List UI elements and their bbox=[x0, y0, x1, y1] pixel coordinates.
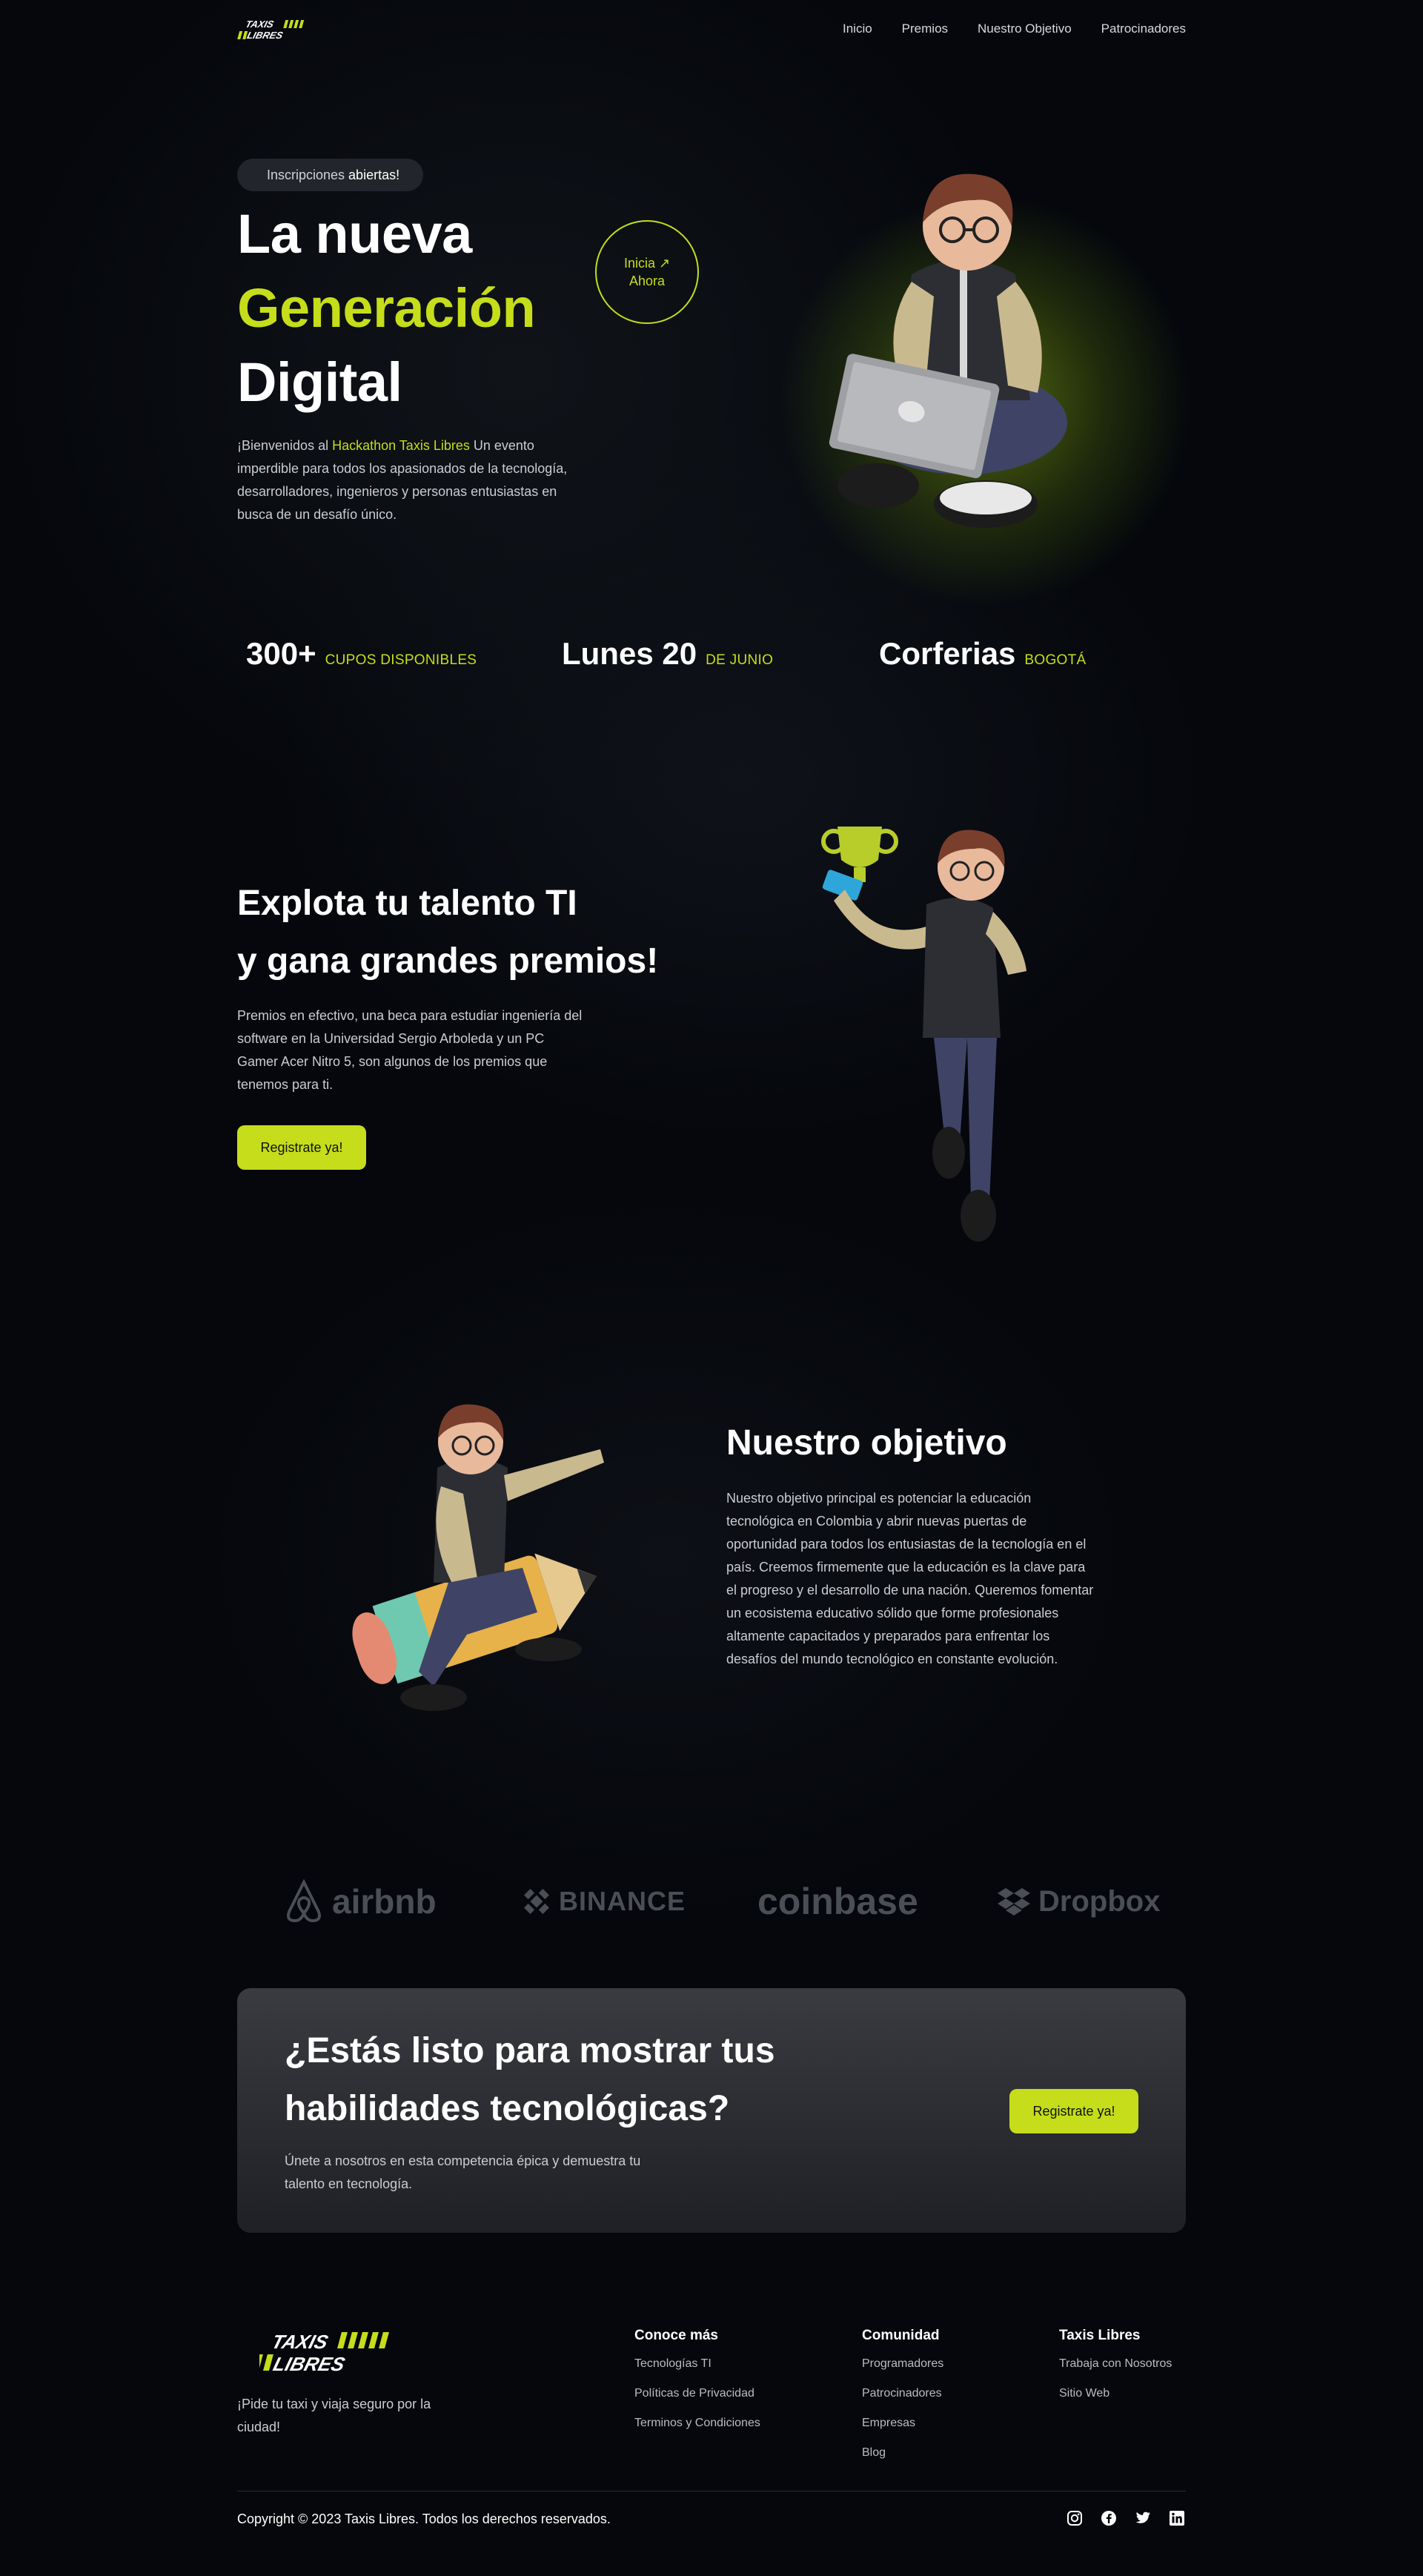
hero-title-line2: Generación bbox=[237, 277, 536, 339]
dropbox-icon bbox=[998, 1888, 1030, 1916]
cta-description: Únete a nosotros en esta competencia épi… bbox=[285, 2153, 641, 2191]
sponsor-binance: BINANCE bbox=[522, 1875, 686, 1927]
stat-venue-value: Corferias bbox=[879, 636, 1016, 671]
hero-title: La nueva Generación Digital bbox=[237, 197, 536, 420]
sponsor-airbnb: airbnb bbox=[283, 1875, 437, 1927]
prizes-description: Premios en efectivo, una beca para estud… bbox=[237, 1008, 583, 1092]
main-nav: Inicio Premios Nuestro Objetivo Patrocin… bbox=[843, 19, 1186, 39]
footer-column-title: Comunidad bbox=[862, 2328, 940, 2343]
footer-link[interactable]: Políticas de Privacidad bbox=[634, 2384, 760, 2403]
linkedin-icon[interactable] bbox=[1168, 2509, 1186, 2527]
footer-link[interactable]: Blog bbox=[862, 2443, 943, 2463]
prizes-title-line2: y gana grandes premios! bbox=[237, 941, 659, 981]
prizes-title-line1: Explota tu talento TI bbox=[237, 884, 577, 923]
page: TAXIS LIBRES Inicio Premios Nuestro Obje… bbox=[0, 0, 1423, 2576]
stat-date-value: Lunes 20 bbox=[562, 636, 697, 671]
start-now-line2: Ahora bbox=[628, 274, 666, 288]
stat-date-label: DE JUNIO bbox=[706, 652, 774, 668]
footer-column-conoce: Conoce más Tecnologías TI Políticas de P… bbox=[634, 2328, 760, 2443]
hero-description: ¡Bienvenidos al Hackathon Taxis Libres U… bbox=[237, 434, 586, 526]
svg-text:LIBRES: LIBRES bbox=[246, 30, 285, 41]
nav-item-inicio[interactable]: Inicio bbox=[843, 19, 872, 39]
badge-prefix: Inscripciones bbox=[267, 167, 345, 182]
airbnb-icon bbox=[287, 1879, 321, 1923]
copyright: Copyright © 2023 Taxis Libres. Todos los… bbox=[237, 2512, 611, 2526]
svg-text:TAXIS: TAXIS bbox=[269, 2331, 331, 2352]
cta-title: ¿Estás listo para mostrar tus habilidade… bbox=[285, 2022, 878, 2138]
nav-item-premios[interactable]: Premios bbox=[902, 19, 948, 39]
stat-venue-label: BOGOTÁ bbox=[1024, 652, 1087, 668]
trophy-character-illustration bbox=[821, 827, 1026, 1242]
footer-link[interactable]: Programadores bbox=[862, 2354, 943, 2374]
nav-item-patrocinadores[interactable]: Patrocinadores bbox=[1101, 19, 1186, 39]
stat-spots-value: 300+ bbox=[246, 636, 316, 671]
hero-character-laptop-illustration bbox=[829, 173, 1067, 528]
cta-title-line1: ¿Estás listo para mostrar tus bbox=[285, 2031, 775, 2070]
svg-text:LIBRES: LIBRES bbox=[271, 2353, 348, 2374]
start-now-button[interactable]: Inicia ↗ Ahora bbox=[595, 220, 699, 324]
footer-column-title: Taxis Libres bbox=[1059, 2328, 1141, 2343]
hero-title-line1: La nueva bbox=[237, 203, 472, 265]
stat-spots-label: CUPOS DISPONIBLES bbox=[325, 652, 477, 668]
footer-link[interactable]: Tecnologías TI bbox=[634, 2354, 760, 2374]
hero-desc-highlight: Hackathon Taxis Libres bbox=[332, 438, 470, 453]
prizes-title: Explota tu talento TI y gana grandes pre… bbox=[237, 875, 658, 990]
register-button-cta[interactable]: Registrate ya! bbox=[1009, 2089, 1138, 2133]
footer-link[interactable]: Trabaja con Nosotros bbox=[1059, 2354, 1172, 2374]
footer-link[interactable]: Terminos y Condiciones bbox=[634, 2414, 760, 2433]
footer-link[interactable]: Empresas bbox=[862, 2414, 943, 2433]
social-links bbox=[1066, 2509, 1186, 2527]
hero-desc-prefix: ¡Bienvenidos al bbox=[237, 438, 333, 453]
cta-title-line2: habilidades tecnológicas? bbox=[285, 2089, 730, 2128]
footer-tagline: ¡Pide tu taxi y viaja seguro por la ciud… bbox=[237, 2397, 431, 2434]
sponsor-airbnb-name: airbnb bbox=[332, 1882, 437, 1921]
footer-logo[interactable]: TAXIS LIBRES bbox=[259, 2329, 411, 2375]
sponsor-dropbox: Dropbox bbox=[997, 1875, 1160, 1927]
registration-badge: Inscripciones abiertas! bbox=[237, 159, 424, 191]
objective-description: Nuestro objetivo principal es potenciar … bbox=[726, 1491, 1094, 1666]
footer-column-taxis-libres: Taxis Libres Trabaja con Nosotros Sitio … bbox=[1059, 2328, 1172, 2414]
stat-spots: 300+ CUPOS DISPONIBLES bbox=[246, 636, 477, 672]
stat-venue: Corferias BOGOTÁ bbox=[879, 636, 1087, 672]
svg-text:TAXIS: TAXIS bbox=[245, 19, 275, 30]
hero-title-line3: Digital bbox=[237, 351, 402, 413]
stat-date: Lunes 20 DE JUNIO bbox=[562, 636, 773, 672]
sponsor-coinbase-name: coinbase bbox=[757, 1881, 918, 1922]
register-button-prizes[interactable]: Registrate ya! bbox=[237, 1125, 366, 1170]
nav-item-nuestro-objetivo[interactable]: Nuestro Objetivo bbox=[978, 19, 1072, 39]
sponsor-coinbase: coinbase bbox=[757, 1875, 918, 1927]
footer-column-comunidad: Comunidad Programadores Patrocinadores E… bbox=[862, 2328, 943, 2473]
instagram-icon[interactable] bbox=[1066, 2509, 1084, 2527]
sponsor-binance-name: BINANCE bbox=[559, 1886, 686, 1916]
pencil-rider-illustration bbox=[352, 1404, 604, 1711]
footer-link[interactable]: Patrocinadores bbox=[862, 2384, 943, 2403]
badge-strong: abiertas! bbox=[348, 167, 400, 182]
twitter-icon[interactable] bbox=[1134, 2509, 1152, 2527]
facebook-icon[interactable] bbox=[1100, 2509, 1118, 2527]
nav-logo[interactable]: TAXIS LIBRES bbox=[237, 18, 320, 42]
binance-icon bbox=[524, 1889, 549, 1914]
footer-link[interactable]: Sitio Web bbox=[1059, 2384, 1172, 2403]
start-now-line1: Inicia ↗ bbox=[623, 256, 671, 271]
objective-title: Nuestro objetivo bbox=[726, 1423, 1007, 1463]
sponsor-dropbox-name: Dropbox bbox=[1038, 1884, 1161, 1918]
footer-column-title: Conoce más bbox=[634, 2328, 718, 2343]
